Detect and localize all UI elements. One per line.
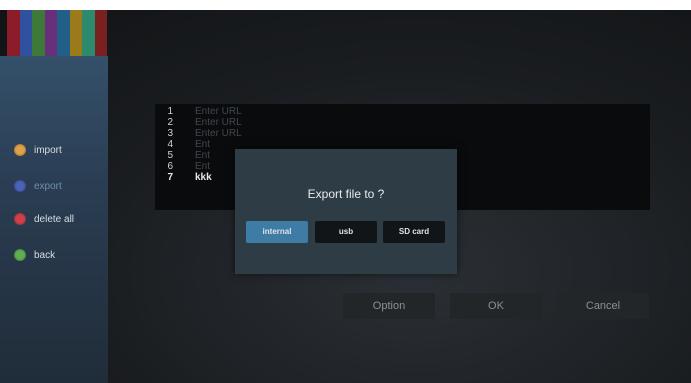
dialog-title: Export file to ? xyxy=(307,187,385,201)
row-number: 1 xyxy=(167,106,173,117)
url-value: Enter URL xyxy=(195,117,242,128)
sidebar-item-back[interactable]: back xyxy=(14,249,55,261)
cancel-button[interactable]: Cancel xyxy=(557,293,649,319)
stripe xyxy=(32,10,45,56)
ok-button[interactable]: OK xyxy=(450,293,542,319)
list-item[interactable]: 6 Ent xyxy=(155,161,210,172)
sidebar-item-label: delete all xyxy=(34,213,75,225)
color-stripes-logo xyxy=(7,10,107,56)
row-number: 7 xyxy=(167,172,173,183)
stripe xyxy=(69,10,82,56)
sidebar-item-export[interactable]: export xyxy=(14,180,62,192)
url-value: kkk xyxy=(195,172,212,183)
sidebar-item-label: export xyxy=(34,180,62,192)
url-value: Ent xyxy=(195,161,211,172)
stripe xyxy=(19,10,32,56)
list-item[interactable]: 5 Ent xyxy=(155,150,210,161)
list-item[interactable]: 2 Enter URL xyxy=(155,117,242,128)
list-item[interactable]: 1 Enter URL xyxy=(155,106,242,117)
tv-screen: import export delete all back 1 Enter UR… xyxy=(0,10,691,383)
row-number: 5 xyxy=(167,150,173,161)
stripe xyxy=(57,10,70,56)
row-number: 4 xyxy=(167,139,173,150)
stripe xyxy=(82,10,95,56)
row-number: 6 xyxy=(167,161,173,172)
url-value: Enter URL xyxy=(195,128,242,139)
list-item[interactable]: 7 kkk xyxy=(155,172,212,183)
stripe xyxy=(44,10,57,56)
url-value: Ent xyxy=(195,139,211,150)
row-number: 3 xyxy=(167,128,173,139)
sd-card-button[interactable]: SD card xyxy=(383,221,445,243)
sidebar: import export delete all back xyxy=(0,56,108,383)
option-button[interactable]: Option xyxy=(343,293,435,319)
green-circle-icon xyxy=(14,249,26,261)
stripe xyxy=(94,10,107,56)
list-item[interactable]: 4 Ent xyxy=(155,139,210,150)
export-dialog: Export file to ? internal usb SD card xyxy=(235,149,457,274)
stripe xyxy=(7,10,20,56)
row-number: 2 xyxy=(167,117,173,128)
url-value: Ent xyxy=(195,150,211,161)
blue-circle-icon xyxy=(14,180,26,192)
red-circle-icon xyxy=(14,213,26,225)
orange-circle-icon xyxy=(14,144,26,156)
url-value: Enter URL xyxy=(195,106,242,117)
internal-button[interactable]: internal xyxy=(246,221,308,243)
sidebar-item-label: back xyxy=(34,249,56,261)
list-item[interactable]: 3 Enter URL xyxy=(155,128,242,139)
usb-button[interactable]: usb xyxy=(315,221,377,243)
sidebar-item-delete-all[interactable]: delete all xyxy=(14,213,74,225)
sidebar-item-import[interactable]: import xyxy=(14,144,62,156)
sidebar-item-label: import xyxy=(34,144,62,156)
